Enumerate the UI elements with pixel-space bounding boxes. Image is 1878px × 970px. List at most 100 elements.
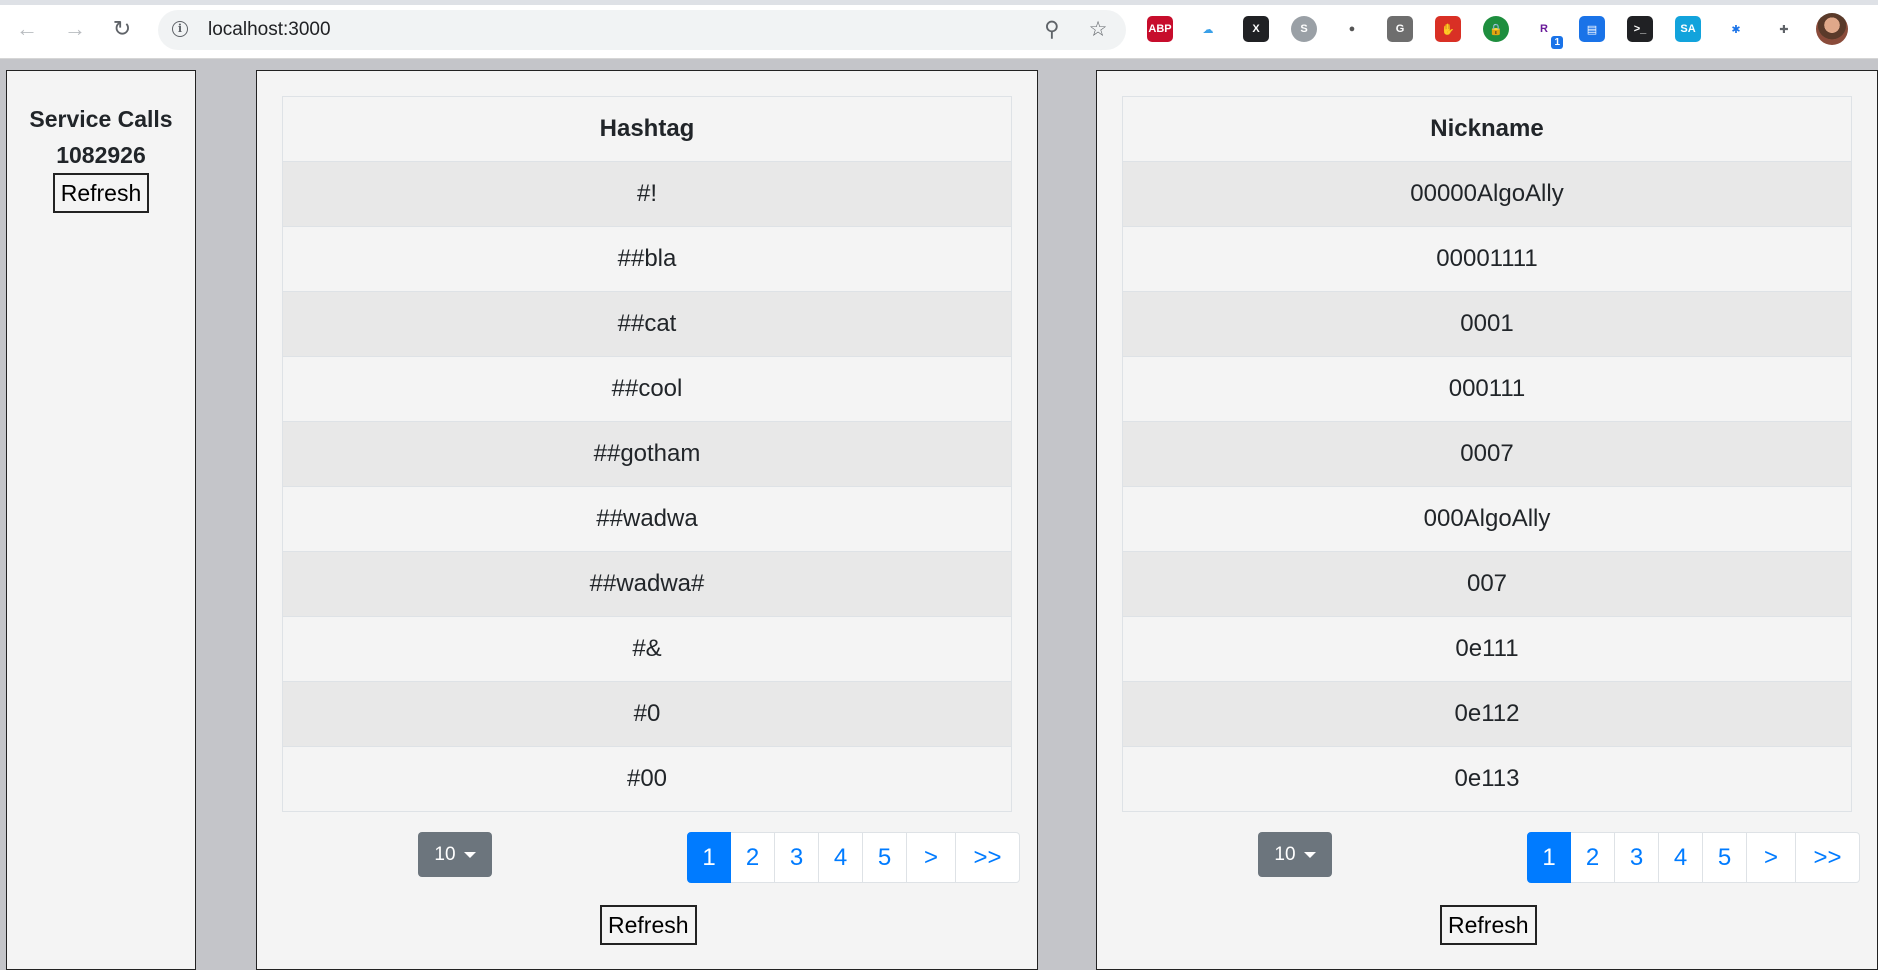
- table-row: 0007: [1122, 421, 1852, 487]
- back-arrow-icon[interactable]: ←: [12, 14, 42, 44]
- nickname-column-header[interactable]: Nickname: [1122, 96, 1852, 162]
- table-cell: ##cool: [282, 356, 1012, 422]
- lock-extension-icon[interactable]: 🔒: [1483, 16, 1509, 42]
- page-link[interactable]: 5: [1703, 832, 1747, 883]
- g-extension-glyph: G: [1395, 23, 1405, 35]
- hashtag-page-size-dropdown[interactable]: 10: [418, 832, 492, 877]
- table-cell: ##bla: [282, 226, 1012, 292]
- page-link[interactable]: 3: [1615, 832, 1659, 883]
- page-link[interactable]: 1: [687, 832, 731, 883]
- page-link[interactable]: 4: [1659, 832, 1703, 883]
- hashtag-table: Hashtag #! ##bla ##cat ##cool ##gotham ##wadw…: [282, 96, 1012, 812]
- profile-avatar[interactable]: [1816, 13, 1848, 45]
- page-link[interactable]: 4: [819, 832, 863, 883]
- nickname-refresh-button[interactable]: Refresh: [1440, 905, 1537, 945]
- page-link[interactable]: 2: [731, 832, 775, 883]
- table-cell: 007: [1122, 551, 1852, 617]
- table-row: #&: [282, 616, 1012, 682]
- page-link[interactable]: 1: [1527, 832, 1571, 883]
- page-link[interactable]: >: [1747, 832, 1796, 883]
- x-extension-glyph: X: [1252, 23, 1260, 35]
- table-cell: 0e111: [1122, 616, 1852, 682]
- page-link[interactable]: >>: [956, 832, 1020, 883]
- extension-badge: 1: [1551, 36, 1563, 49]
- table-cell: #!: [282, 161, 1012, 227]
- s-extension-icon[interactable]: S: [1291, 16, 1317, 42]
- browser-toolbar: ← → ↻ i localhost:3000 ⚲ ☆ ABP ☁ X S ● G ✋ 🔒 R 1 ▤…: [0, 0, 1878, 59]
- url-text[interactable]: localhost:3000: [208, 19, 331, 41]
- page-link[interactable]: >: [907, 832, 956, 883]
- page-link[interactable]: >>: [1796, 832, 1860, 883]
- x-extension-icon[interactable]: X: [1243, 16, 1269, 42]
- table-cell: 0e113: [1122, 746, 1852, 812]
- saml-icon[interactable]: SA: [1675, 16, 1701, 42]
- table-row: ##wadwa: [282, 486, 1012, 552]
- puzzle-icon[interactable]: ✚: [1771, 16, 1797, 42]
- cloud-glyph: ☁: [1202, 23, 1214, 36]
- bookmark-star-icon[interactable]: ☆: [1086, 18, 1110, 42]
- table-cell: 00000AlgoAlly: [1122, 161, 1852, 227]
- table-cell: #0: [282, 681, 1012, 747]
- service-calls-refresh-button[interactable]: Refresh: [52, 173, 150, 213]
- table-row: 0e112: [1122, 681, 1852, 747]
- zoom-out-icon[interactable]: ⚲: [1040, 18, 1064, 42]
- circle-extension-glyph: ●: [1348, 23, 1356, 35]
- table-row: ##wadwa#: [282, 551, 1012, 617]
- address-bar[interactable]: i localhost:3000 ⚲ ☆: [158, 10, 1126, 50]
- table-row: #!: [282, 161, 1012, 227]
- hand-stop-icon[interactable]: ✋: [1435, 16, 1461, 42]
- table-cell: 00001111: [1122, 226, 1852, 292]
- table-row: 0001: [1122, 291, 1852, 357]
- forward-arrow-icon[interactable]: →: [60, 14, 90, 44]
- cloud-icon[interactable]: ☁: [1195, 16, 1221, 42]
- table-cell: #&: [282, 616, 1012, 682]
- reload-icon[interactable]: ↻: [107, 14, 137, 44]
- table-cell: 0007: [1122, 421, 1852, 487]
- printer-extension-icon[interactable]: ▤: [1579, 16, 1605, 42]
- terminal-glyph: >_: [1633, 23, 1647, 35]
- table-cell: ##gotham: [282, 421, 1012, 487]
- table-cell: ##wadwa#: [282, 551, 1012, 617]
- page-size-value: 10: [1274, 843, 1296, 865]
- nickname-pagination: 1 2 3 4 5 > >>: [1527, 832, 1860, 883]
- compass-extension-glyph: ✱: [1731, 23, 1741, 36]
- nickname-page-size-dropdown[interactable]: 10: [1258, 832, 1332, 877]
- table-row: ##gotham: [282, 421, 1012, 487]
- table-row: 00001111: [1122, 226, 1852, 292]
- hashtag-column-header[interactable]: Hashtag: [282, 96, 1012, 162]
- s-extension-glyph: S: [1300, 23, 1308, 35]
- hashtag-refresh-button[interactable]: Refresh: [600, 905, 697, 945]
- table-row: #00: [282, 746, 1012, 812]
- table-cell: 0001: [1122, 291, 1852, 357]
- tab-strip-edge: [0, 0, 1878, 5]
- table-row: ##bla: [282, 226, 1012, 292]
- table-row: 007: [1122, 551, 1852, 617]
- page-link[interactable]: 3: [775, 832, 819, 883]
- g-extension-icon[interactable]: G: [1387, 16, 1413, 42]
- caret-down-icon: [1303, 851, 1316, 858]
- adblock-plus-icon[interactable]: ABP: [1147, 16, 1173, 42]
- lock-extension-glyph: 🔒: [1489, 23, 1503, 36]
- hashtag-panel: Hashtag #! ##bla ##cat ##cool ##gotham ##wadw…: [256, 70, 1038, 970]
- site-info-icon[interactable]: i: [172, 21, 188, 37]
- table-cell: #00: [282, 746, 1012, 812]
- terminal-icon[interactable]: >_: [1627, 16, 1653, 42]
- circle-extension-icon[interactable]: ●: [1339, 16, 1365, 42]
- nickname-table: Nickname 00000AlgoAlly 00001111 0001 000111…: [1122, 96, 1852, 812]
- table-cell: 000AlgoAlly: [1122, 486, 1852, 552]
- compass-extension-icon[interactable]: ✱: [1723, 16, 1749, 42]
- page-link[interactable]: 2: [1571, 832, 1615, 883]
- service-calls-title: Service Calls: [29, 106, 173, 132]
- caret-down-icon: [463, 851, 476, 858]
- saml-glyph: SA: [1680, 23, 1696, 35]
- table-cell: ##wadwa: [282, 486, 1012, 552]
- table-cell: 000111: [1122, 356, 1852, 422]
- table-cell: ##cat: [282, 291, 1012, 357]
- r-extension-icon[interactable]: R1: [1531, 16, 1563, 49]
- r-extension-glyph: R: [1540, 23, 1548, 35]
- table-row: 000AlgoAlly: [1122, 486, 1852, 552]
- table-row: 00000AlgoAlly: [1122, 161, 1852, 227]
- page-link[interactable]: 5: [863, 832, 907, 883]
- table-cell: 0e112: [1122, 681, 1852, 747]
- hashtag-pagination: 1 2 3 4 5 > >>: [687, 832, 1020, 883]
